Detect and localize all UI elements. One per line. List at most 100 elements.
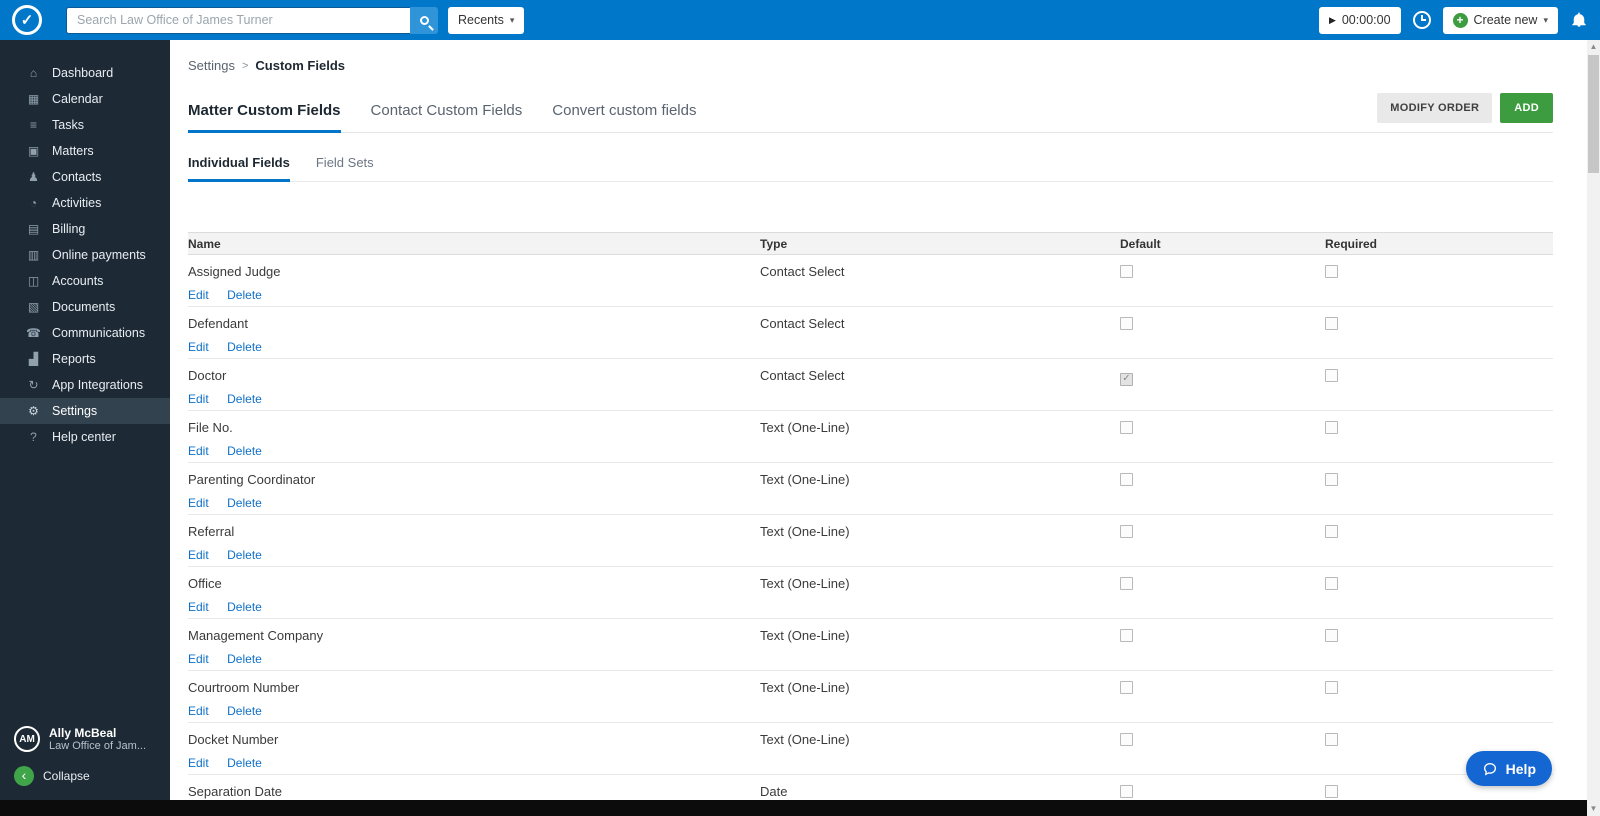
sidebar-item-contacts[interactable]: ♟ Contacts: [0, 164, 170, 190]
column-header-default: Default: [1120, 236, 1161, 251]
default-checkbox[interactable]: [1120, 265, 1133, 278]
default-checkbox[interactable]: [1120, 577, 1133, 590]
breadcrumb-settings[interactable]: Settings: [188, 58, 235, 73]
timer-button[interactable]: ▶ 00:00:00: [1318, 6, 1401, 34]
cell-type: Text (One-Line): [760, 524, 1120, 566]
edit-link[interactable]: Edit: [188, 392, 209, 406]
sidebar-item-activities[interactable]: ◔ Activities: [0, 190, 170, 216]
default-checkbox[interactable]: [1120, 473, 1133, 486]
subtab-individual-fields[interactable]: Individual Fields: [188, 155, 290, 182]
search-button[interactable]: [410, 6, 438, 34]
sidebar-item-online-payments[interactable]: ▥ Online payments: [0, 242, 170, 268]
scroll-down-icon[interactable]: ▼: [1587, 802, 1600, 816]
sidebar-item-dashboard[interactable]: ⌂ Dashboard: [0, 60, 170, 86]
edit-link[interactable]: Edit: [188, 340, 209, 354]
required-checkbox[interactable]: [1325, 421, 1338, 434]
cell-default: [1120, 628, 1325, 670]
delete-link[interactable]: Delete: [227, 444, 262, 458]
edit-link[interactable]: Edit: [188, 496, 209, 510]
tab-contact-custom-fields[interactable]: Contact Custom Fields: [371, 96, 523, 133]
delete-link[interactable]: Delete: [227, 496, 262, 510]
required-checkbox[interactable]: [1325, 785, 1338, 798]
collapse-button[interactable]: ‹ Collapse: [14, 766, 170, 786]
clio-logo[interactable]: ✓: [12, 5, 42, 35]
delete-link[interactable]: Delete: [227, 392, 262, 406]
add-button[interactable]: ADD: [1500, 93, 1553, 123]
sidebar-item-label: Reports: [52, 352, 96, 366]
global-search: [66, 6, 438, 34]
sidebar-item-communications[interactable]: ☎ Communications: [0, 320, 170, 346]
sidebar-item-settings[interactable]: ⚙ Settings: [0, 398, 170, 424]
create-new-button[interactable]: + Create new ▾: [1442, 6, 1558, 34]
sidebar-item-calendar[interactable]: ▦ Calendar: [0, 86, 170, 112]
search-icon: [419, 15, 429, 25]
field-type: Text (One-Line): [760, 628, 850, 643]
edit-link[interactable]: Edit: [188, 600, 209, 614]
cell-type: Contact Select: [760, 368, 1120, 410]
subtab-field-sets[interactable]: Field Sets: [316, 155, 374, 182]
edit-link[interactable]: Edit: [188, 652, 209, 666]
delete-link[interactable]: Delete: [227, 340, 262, 354]
search-input[interactable]: [66, 6, 410, 34]
scrollbar-thumb[interactable]: [1588, 55, 1599, 173]
required-checkbox[interactable]: [1325, 369, 1338, 382]
bell-icon[interactable]: [1570, 11, 1588, 29]
edit-link[interactable]: Edit: [188, 288, 209, 302]
default-checkbox[interactable]: [1120, 681, 1133, 694]
required-checkbox[interactable]: [1325, 629, 1338, 642]
recents-button[interactable]: Recents ▾: [448, 6, 525, 34]
default-checkbox[interactable]: [1120, 421, 1133, 434]
sidebar-item-accounts[interactable]: ◫ Accounts: [0, 268, 170, 294]
default-checkbox[interactable]: [1120, 785, 1133, 798]
delete-link[interactable]: Delete: [227, 756, 262, 770]
column-header-type: Type: [760, 236, 788, 251]
sidebar-item-documents[interactable]: ▧ Documents: [0, 294, 170, 320]
delete-link[interactable]: Delete: [227, 600, 262, 614]
required-checkbox[interactable]: [1325, 473, 1338, 486]
required-checkbox[interactable]: [1325, 733, 1338, 746]
tab-matter-custom-fields[interactable]: Matter Custom Fields: [188, 96, 341, 133]
field-name: Office: [188, 576, 222, 591]
default-checkbox[interactable]: [1120, 733, 1133, 746]
sidebar-item-app-integrations[interactable]: ↻ App Integrations: [0, 372, 170, 398]
default-checkbox[interactable]: [1120, 372, 1133, 386]
tab-convert-custom-fields[interactable]: Convert custom fields: [552, 96, 696, 133]
modify-order-button[interactable]: MODIFY ORDER: [1377, 93, 1493, 123]
edit-link[interactable]: Edit: [188, 444, 209, 458]
add-time-clock-icon[interactable]: [1412, 11, 1431, 29]
edit-link[interactable]: Edit: [188, 548, 209, 562]
cell-default: [1120, 732, 1325, 774]
vertical-scrollbar[interactable]: ▲ ▼: [1587, 40, 1600, 816]
delete-link[interactable]: Delete: [227, 652, 262, 666]
row-actions: Edit Delete: [188, 598, 760, 616]
tasks-icon: ≡: [29, 118, 37, 132]
sidebar-item-help-center[interactable]: ? Help center: [0, 424, 170, 450]
default-checkbox[interactable]: [1120, 317, 1133, 330]
field-type: Text (One-Line): [760, 576, 850, 591]
edit-link[interactable]: Edit: [188, 756, 209, 770]
required-checkbox[interactable]: [1325, 525, 1338, 538]
delete-link[interactable]: Delete: [227, 548, 262, 562]
sidebar-item-label: Matters: [52, 144, 94, 158]
help-button[interactable]: Help: [1465, 751, 1552, 786]
sidebar-item-billing[interactable]: ▤ Billing: [0, 216, 170, 242]
cell-required: [1325, 680, 1553, 722]
sidebar-item-matters[interactable]: ▣ Matters: [0, 138, 170, 164]
required-checkbox[interactable]: [1325, 577, 1338, 590]
user-profile[interactable]: AM Ally McBeal Law Office of Jam...: [14, 726, 170, 752]
delete-link[interactable]: Delete: [227, 288, 262, 302]
required-checkbox[interactable]: [1325, 317, 1338, 330]
sidebar-item-tasks[interactable]: ≡ Tasks: [0, 112, 170, 138]
cell-type: Text (One-Line): [760, 576, 1120, 618]
sidebar-item-reports[interactable]: ▟ Reports: [0, 346, 170, 372]
row-actions: Edit Delete: [188, 650, 760, 668]
sidebar-item-label: Contacts: [52, 170, 102, 184]
table-body: Assigned Judge Edit Delete Contact Selec…: [188, 255, 1553, 816]
default-checkbox[interactable]: [1120, 525, 1133, 538]
default-checkbox[interactable]: [1120, 629, 1133, 642]
edit-link[interactable]: Edit: [188, 704, 209, 718]
delete-link[interactable]: Delete: [227, 704, 262, 718]
scroll-up-icon[interactable]: ▲: [1587, 40, 1600, 54]
required-checkbox[interactable]: [1325, 265, 1338, 278]
required-checkbox[interactable]: [1325, 681, 1338, 694]
